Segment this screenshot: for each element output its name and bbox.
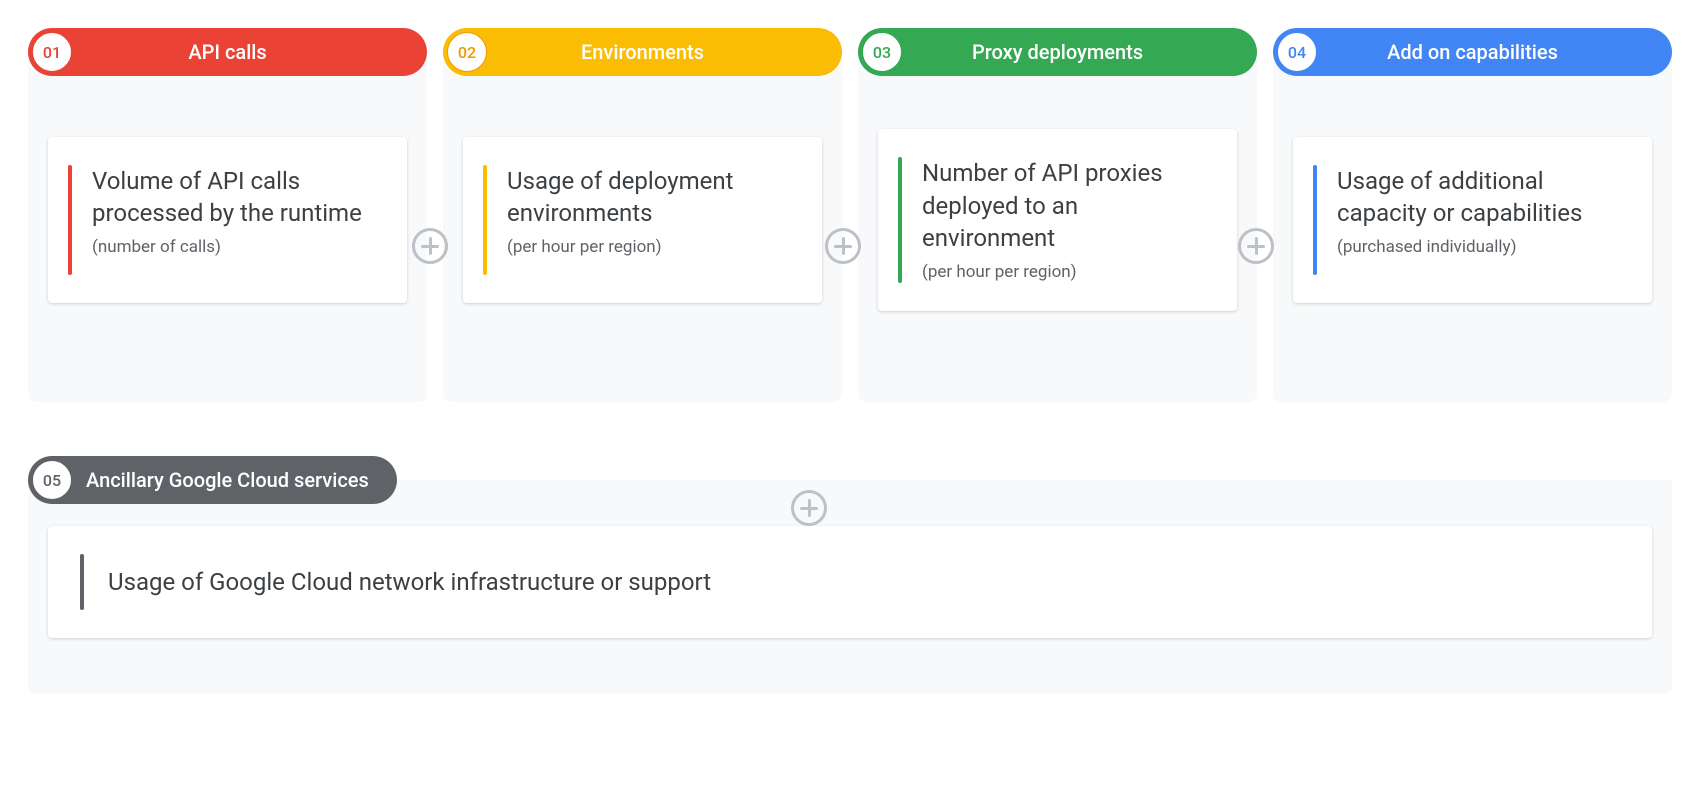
accent-environments	[483, 165, 487, 275]
card-title-ancillary: Usage of Google Cloud network infrastruc…	[108, 566, 711, 598]
accent-addons	[1313, 165, 1317, 275]
card-content-addons: Usage of additional capacity or capabili…	[1337, 165, 1628, 275]
panel-ancillary: Usage of Google Cloud network infrastruc…	[28, 480, 1672, 694]
pill-label-ancillary: Ancillary Google Cloud services	[72, 468, 369, 492]
pill-number-02: 02	[447, 32, 487, 72]
panel-environments: Usage of deployment environments (per ho…	[443, 52, 842, 402]
pricing-diagram: 01 API calls Volume of API calls process…	[28, 28, 1672, 694]
pill-number-01: 01	[32, 32, 72, 72]
card-ancillary: Usage of Google Cloud network infrastruc…	[48, 526, 1652, 638]
pill-api-calls: 01 API calls	[28, 28, 427, 76]
panel-proxy: Number of API proxies deployed to an env…	[858, 52, 1257, 402]
pill-addons: 04 Add on capabilities	[1273, 28, 1672, 76]
pill-label-proxy: Proxy deployments	[902, 40, 1253, 64]
pill-number-05: 05	[32, 460, 72, 500]
pill-environments: 02 Environments	[443, 28, 842, 76]
pill-label-environments: Environments	[487, 40, 838, 64]
card-environments: Usage of deployment environments (per ho…	[463, 137, 822, 303]
card-subtitle-addons: (purchased individually)	[1337, 236, 1628, 258]
card-subtitle-environments: (per hour per region)	[507, 236, 798, 258]
plus-icon	[791, 490, 827, 526]
plus-icon	[825, 228, 861, 264]
accent-ancillary	[80, 554, 84, 610]
card-api-calls: Volume of API calls processed by the run…	[48, 137, 407, 303]
column-api-calls: 01 API calls Volume of API calls process…	[28, 28, 427, 402]
column-addons: 04 Add on capabilities Usage of addition…	[1273, 28, 1672, 402]
card-title-proxy: Number of API proxies deployed to an env…	[922, 157, 1213, 254]
pill-proxy: 03 Proxy deployments	[858, 28, 1257, 76]
plus-icon	[412, 228, 448, 264]
card-title-environments: Usage of deployment environments	[507, 165, 798, 230]
pill-label-addons: Add on capabilities	[1317, 40, 1668, 64]
column-proxy: 03 Proxy deployments Number of API proxi…	[858, 28, 1257, 402]
card-subtitle-api-calls: (number of calls)	[92, 236, 383, 258]
panel-addons: Usage of additional capacity or capabili…	[1273, 52, 1672, 402]
card-content-api-calls: Volume of API calls processed by the run…	[92, 165, 383, 275]
panel-api-calls: Volume of API calls processed by the run…	[28, 52, 427, 402]
card-title-addons: Usage of additional capacity or capabili…	[1337, 165, 1628, 230]
card-subtitle-proxy: (per hour per region)	[922, 261, 1213, 283]
card-title-api-calls: Volume of API calls processed by the run…	[92, 165, 383, 230]
card-addons: Usage of additional capacity or capabili…	[1293, 137, 1652, 303]
column-environments: 02 Environments Usage of deployment envi…	[443, 28, 842, 402]
pill-label-api-calls: API calls	[72, 40, 423, 64]
card-proxy: Number of API proxies deployed to an env…	[878, 129, 1237, 310]
accent-proxy	[898, 157, 902, 282]
pill-number-03: 03	[862, 32, 902, 72]
pill-number-04: 04	[1277, 32, 1317, 72]
plus-icon	[1238, 228, 1274, 264]
top-row: 01 API calls Volume of API calls process…	[28, 28, 1672, 402]
bottom-section: 05 Ancillary Google Cloud services Usage…	[28, 456, 1672, 694]
card-content-proxy: Number of API proxies deployed to an env…	[922, 157, 1213, 282]
accent-api-calls	[68, 165, 72, 275]
card-content-environments: Usage of deployment environments (per ho…	[507, 165, 798, 275]
pill-ancillary: 05 Ancillary Google Cloud services	[28, 456, 397, 504]
